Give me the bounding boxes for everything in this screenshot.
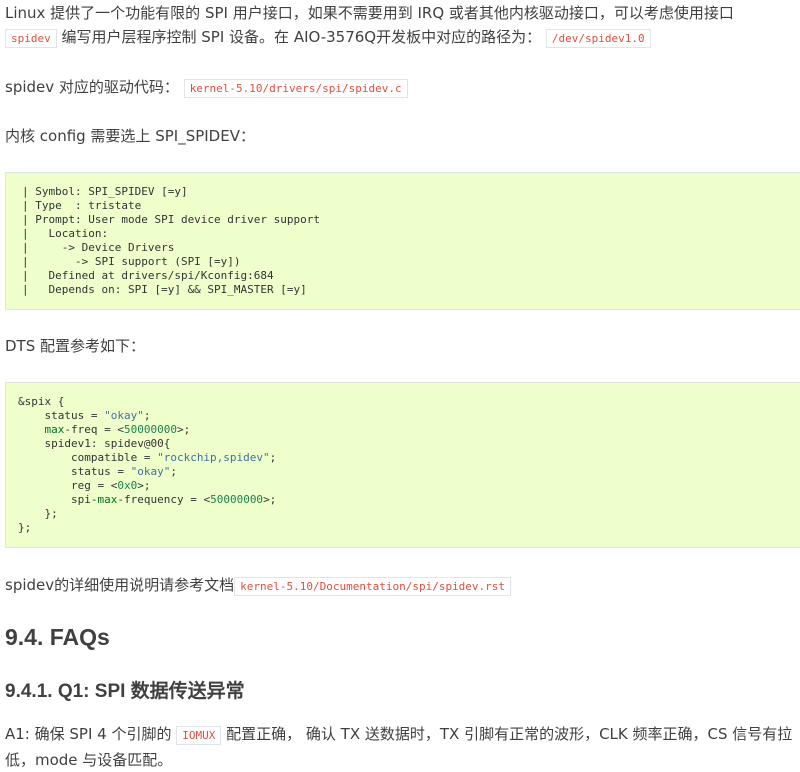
config-line: | Type : tristate [22,199,142,212]
dts-keyword: max [44,423,65,436]
inline-code-iomux: IOMUX [176,726,222,745]
intro-paragraph: Linux 提供了一个功能有限的 SPI 用户接口，如果不需要用到 IRQ 或者… [5,1,795,51]
intro-text-1: Linux 提供了一个功能有限的 SPI 用户接口，如果不需要用到 IRQ 或者… [5,4,734,22]
config-line: | -> Device Drivers [22,241,175,254]
dts-token: ; [170,465,177,478]
doc-ref-text: spidev的详细使用说明请参考文档 [5,576,235,594]
kconfig-code-block: | Symbol: SPI_SPIDEV [=y] | Type : trist… [5,172,800,310]
dts-token: ; [269,451,277,464]
inline-code-driver-path: kernel-5.10/drivers/spi/spidev.c [183,79,408,98]
config-line: | -> SPI support (SPI [=y]) [22,255,241,268]
config-line: | Prompt: User mode SPI device driver su… [22,213,321,226]
faq-heading: 9.4. FAQs [5,624,110,650]
dts-number: 0x0 [117,479,138,492]
dts-token: -frequency = < [117,493,211,506]
dts-number: 50000000 [123,423,177,436]
config-label: 内核 config 需要选上 SPI_SPIDEV： [5,127,255,145]
dts-line: &spix { [18,395,65,408]
answer-text-1: A1: 确保 SPI 4 个引脚的 [5,725,177,743]
dts-token: status = [18,409,105,422]
driver-text: spidev 对应的驱动代码： [5,78,179,96]
dts-token: reg = < [18,479,118,492]
dts-string: "rockchip,spidev" [157,451,270,464]
dts-string: "okay" [104,409,144,422]
dts-token: -freq = < [64,423,124,436]
dts-line: }; [18,521,32,534]
dts-token [18,423,45,436]
intro-text-2: 编写用户层程序控制 SPI 设备。在 AIO-3576Q开发板中对应的路径为： [56,28,542,46]
document-page: Linux 提供了一个功能有限的 SPI 用户接口，如果不需要用到 IRQ 或者… [0,0,800,769]
dts-keyword: max [97,493,118,506]
dts-label: DTS 配置参考如下： [5,337,146,355]
dts-line: spidev1: spidev@00{ [18,437,171,450]
driver-paragraph: spidev 对应的驱动代码： kernel-5.10/drivers/spi/… [5,75,408,101]
inline-code-spidev: spidev [5,29,57,48]
dts-token: status = [18,465,131,478]
dts-line: }; [18,507,58,520]
dts-token: >; [176,423,191,436]
config-line: | Symbol: SPI_SPIDEV [=y] [22,185,188,198]
config-line: | Location: [22,227,109,240]
inline-code-doc-path: kernel-5.10/Documentation/spi/spidev.rst [234,577,512,596]
config-line: | Depends on: SPI [=y] && SPI_MASTER [=y… [22,283,307,296]
dts-token: ; [143,409,151,422]
dts-code-block: &spix { status = "okay"; max-freq = <500… [5,382,800,548]
q1-heading: 9.4.1. Q1: SPI 数据传送异常 [5,681,245,702]
dts-token: compatible = [18,451,158,464]
config-line: | Defined at drivers/spi/Kconfig:684 [22,269,274,282]
answer-paragraph: A1: 确保 SPI 4 个引脚的 IOMUX 配置正确， 确认 TX 送数据时… [5,722,795,772]
dts-token: >; [137,479,151,492]
dts-token: spi- [18,493,98,506]
inline-code-dev-path: /dev/spidev1.0 [545,29,651,48]
dts-token: >; [263,493,277,506]
dts-number: 50000000 [210,493,264,506]
doc-ref-paragraph: spidev的详细使用说明请参考文档 kernel-5.10/Documentat… [5,573,512,599]
dts-string: "okay" [130,465,171,478]
